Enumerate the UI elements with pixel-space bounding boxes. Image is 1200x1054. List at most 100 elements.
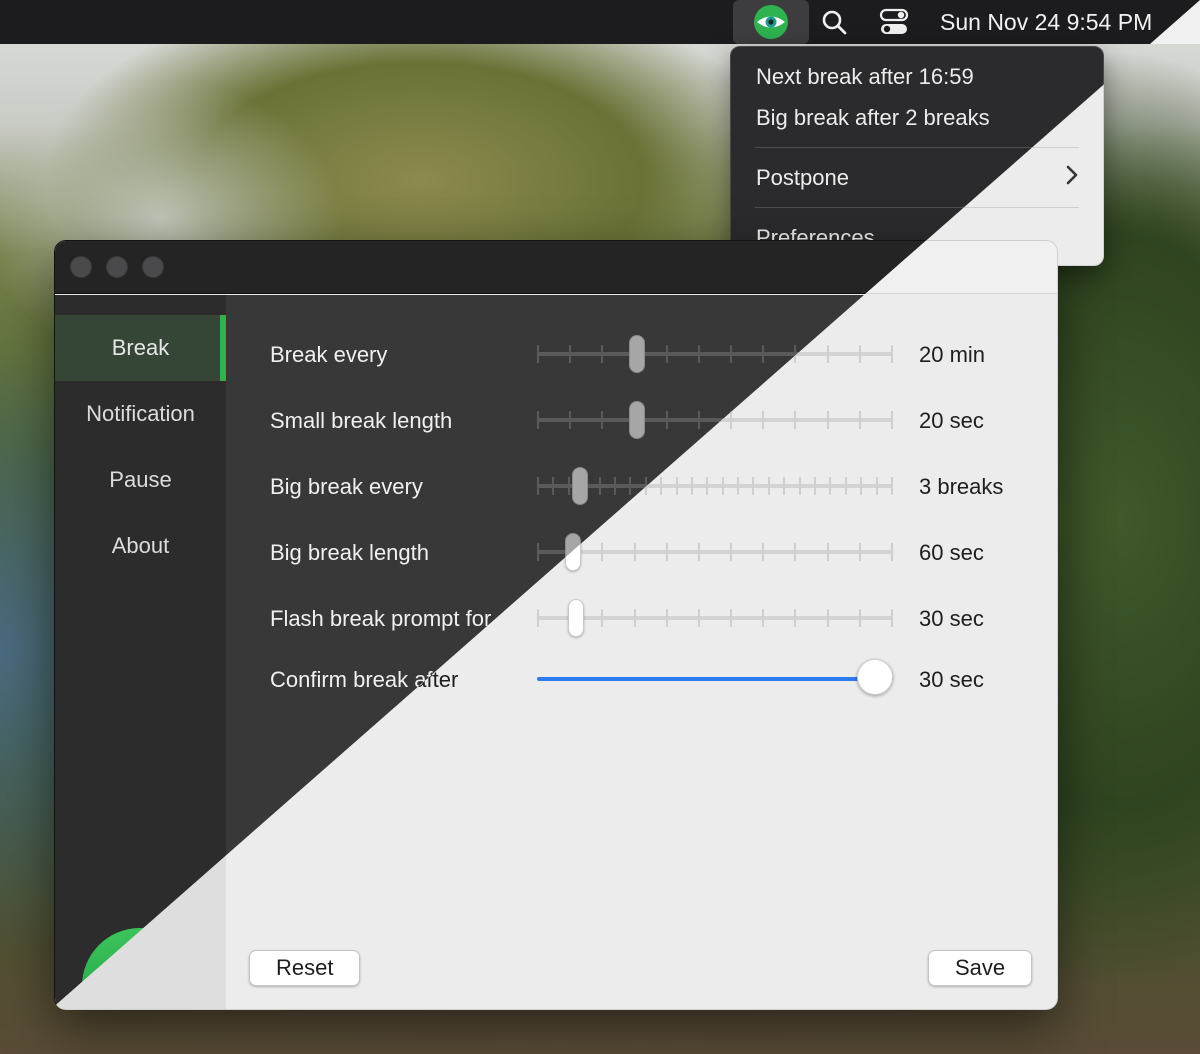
title-bar[interactable] [55, 241, 1057, 294]
sidebar-item-about[interactable]: About [55, 513, 226, 579]
slider-tick [814, 477, 816, 495]
slider-tick [645, 477, 647, 495]
slider-tick [827, 543, 829, 561]
minimize-window-button[interactable] [106, 256, 128, 278]
search-button[interactable] [820, 8, 848, 36]
slider-tick [601, 411, 603, 429]
sidebar-item-notification[interactable]: Notification [55, 381, 226, 447]
slider-tick [601, 345, 603, 363]
setting-slider[interactable] [537, 467, 893, 505]
setting-label: Small break length [270, 408, 453, 433]
sidebar-item-pause[interactable]: Pause [55, 447, 226, 513]
slider-tick [537, 609, 539, 627]
slider-tick [827, 609, 829, 627]
slider-tick [537, 543, 539, 561]
menu-separator [755, 207, 1079, 208]
slider-tick [698, 411, 700, 429]
slider-knob[interactable] [572, 467, 588, 505]
slider-tick [676, 477, 678, 495]
menubar-eye-button[interactable] [733, 0, 809, 44]
sidebar-item-break[interactable]: Break [55, 315, 226, 381]
slider-tick [762, 411, 764, 429]
slider-tick [537, 477, 539, 495]
eye-icon [754, 5, 788, 39]
setting-label: Confirm break after [270, 667, 459, 692]
slider-tick [599, 477, 601, 495]
setting-slider[interactable] [537, 659, 893, 695]
slider-tick [737, 477, 739, 495]
setting-value: 3 breaks [919, 474, 1004, 499]
setting-label: Big break every [270, 474, 423, 499]
slider-tick [698, 543, 700, 561]
slider-tick [891, 609, 893, 627]
big-break-info: Big break after 2 breaks [756, 105, 990, 130]
slider-tick [666, 609, 668, 627]
slider-tick [537, 411, 539, 429]
slider-knob[interactable] [629, 401, 645, 439]
setting-slider[interactable] [537, 335, 893, 373]
slider-tick [634, 543, 636, 561]
slider-tick [666, 345, 668, 363]
zoom-window-button[interactable] [142, 256, 164, 278]
save-button[interactable]: Save [928, 950, 1033, 986]
menu-bar: Sun Nov 24 9:54 PM [0, 0, 1200, 44]
setting-value: 20 sec [919, 408, 984, 433]
slider-tick [666, 411, 668, 429]
slider-tick [629, 477, 631, 495]
setting-value: 30 sec [919, 667, 984, 692]
postpone-menu-item[interactable]: Postpone [756, 163, 849, 193]
setting-slider[interactable] [537, 401, 893, 439]
slider-knob[interactable] [565, 533, 581, 571]
slider-tick [829, 477, 831, 495]
slider-tick [601, 609, 603, 627]
search-icon [822, 10, 847, 35]
slider-tick [730, 609, 732, 627]
slider-tick [859, 543, 861, 561]
chevron-right-icon [1066, 165, 1078, 185]
slider-tick [762, 543, 764, 561]
control-center-button[interactable] [878, 8, 910, 36]
slider-tick [569, 411, 571, 429]
slider-knob[interactable] [629, 335, 645, 373]
slider-tick [794, 411, 796, 429]
app-menu: Next break after 16:59 Big break after 2… [730, 46, 1104, 266]
slider-tick [891, 543, 893, 561]
sidebar: Break Notification Pause About [55, 295, 226, 1009]
setting-label: Flash break prompt for [270, 606, 492, 631]
setting-value: 30 sec [919, 606, 984, 631]
slider-tick [722, 477, 724, 495]
setting-label: Break every [270, 342, 388, 367]
menu-separator [755, 147, 1079, 148]
toggle-switches-icon [879, 8, 909, 34]
slider-tick [698, 609, 700, 627]
slider-knob[interactable] [857, 659, 893, 695]
setting-slider[interactable] [537, 533, 893, 571]
slider-tick [634, 609, 636, 627]
slider-knob[interactable] [568, 599, 584, 637]
slider-tick [827, 345, 829, 363]
slider-tick [614, 477, 616, 495]
slider-tick [730, 345, 732, 363]
menubar-clock[interactable]: Sun Nov 24 9:54 PM [940, 8, 1152, 36]
reset-button[interactable]: Reset [249, 950, 361, 986]
slider-tick [859, 345, 861, 363]
slider-tick [762, 345, 764, 363]
slider-tick [706, 477, 708, 495]
slider-tick [783, 477, 785, 495]
slider-tick [569, 345, 571, 363]
slider-tick [827, 411, 829, 429]
preferences-window: Break Notification Pause About Break every 2… [54, 240, 1058, 1010]
slider-tick [601, 543, 603, 561]
slider-tick [891, 345, 893, 363]
setting-slider[interactable] [537, 599, 893, 637]
slider-tick [691, 477, 693, 495]
slider-tick [794, 609, 796, 627]
slider-tick [730, 543, 732, 561]
slider-tick [845, 477, 847, 495]
slider-tick [752, 477, 754, 495]
slider-tick [730, 411, 732, 429]
slider-tick [799, 477, 801, 495]
slider-tick [552, 477, 554, 495]
close-window-button[interactable] [70, 256, 92, 278]
slider-tick [698, 345, 700, 363]
